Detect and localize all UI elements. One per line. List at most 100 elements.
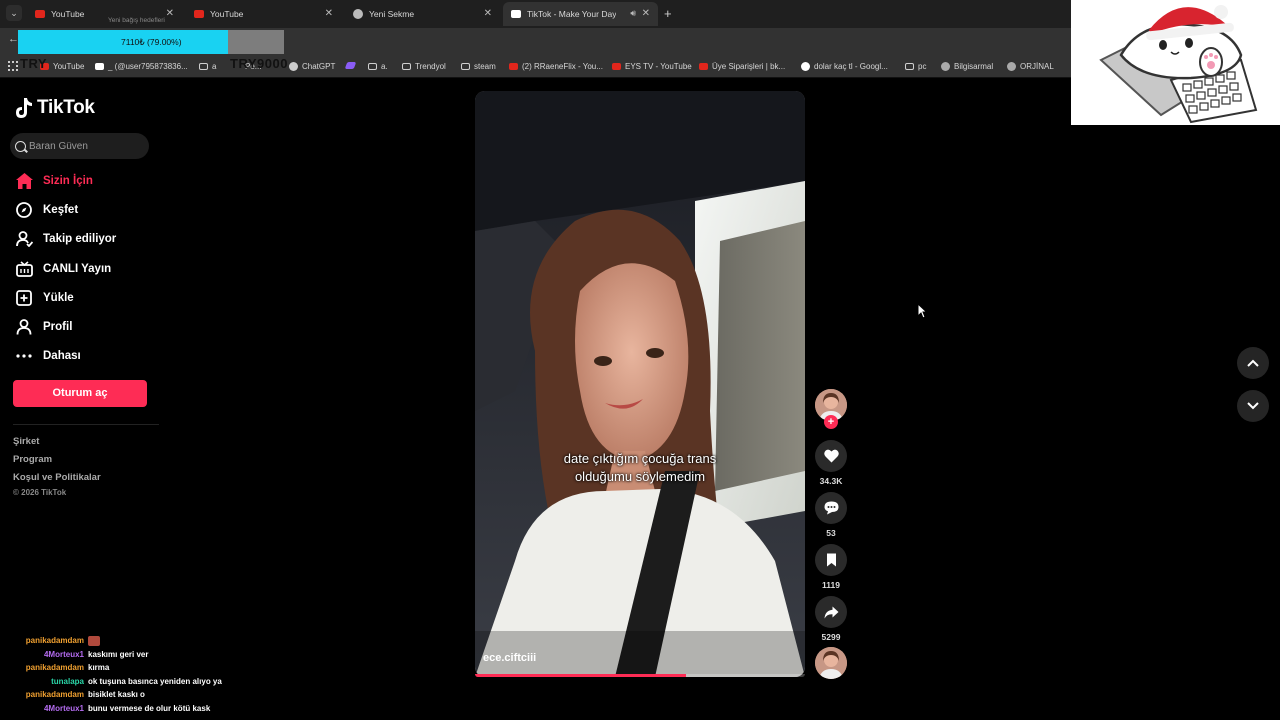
bookmark-folder[interactable]: a [199, 62, 216, 71]
bookmark[interactable] [344, 62, 359, 69]
youtube-icon [35, 10, 45, 18]
bookmark-label: Trendyol [415, 62, 446, 71]
follow-button[interactable]: + [824, 415, 838, 429]
close-icon[interactable]: ✕ [325, 8, 333, 19]
browser-tab[interactable]: YouTube ✕ [186, 2, 341, 26]
nav-item-label: Sizin İçin [43, 175, 93, 187]
tab-search-button[interactable]: ⌄ [6, 5, 22, 21]
youtube-icon [509, 63, 518, 70]
login-button[interactable]: Oturum aç [13, 380, 147, 407]
copyright-text: © 2026 TikTok [13, 488, 67, 497]
search-box[interactable] [10, 133, 149, 159]
close-icon[interactable]: ✕ [642, 8, 650, 19]
chat-message: panikadamdam kırma [0, 663, 240, 675]
footer-link-company[interactable]: Şirket [13, 436, 39, 447]
bookmark-label: pc [918, 62, 927, 71]
nav-item-label: Takip ediliyor [43, 233, 117, 245]
chevron-up-icon [1247, 359, 1259, 367]
youtube-icon [699, 63, 708, 70]
upload-icon [15, 289, 33, 307]
bookmark[interactable]: EYS TV - YouTube [612, 62, 692, 71]
tiktok-logo[interactable]: TikTok [15, 97, 95, 119]
video-author-username[interactable]: ece.ciftciii [483, 652, 536, 664]
close-icon[interactable]: ✕ [166, 8, 174, 19]
bookmark[interactable]: dolar kaç tl - Googl... [801, 62, 888, 71]
donation-target-label: TRY9000 [230, 56, 288, 71]
previous-video-button[interactable] [1237, 347, 1269, 379]
bookmark-label: dolar kaç tl - Googl... [814, 62, 888, 71]
bookmark[interactable]: ORJİNAL [1007, 62, 1054, 71]
bookmark-label: YouTube [53, 62, 85, 71]
comment-icon [824, 501, 838, 515]
profile-icon [15, 318, 33, 336]
bookmark[interactable]: (2) RRaeneFlix - You... [509, 62, 603, 71]
apps-grid-icon[interactable] [8, 61, 18, 71]
bookmark[interactable]: Bilgisarmal [941, 62, 993, 71]
nav-item-more[interactable]: Dahası [15, 345, 81, 367]
following-icon [15, 230, 33, 248]
chat-message: 4Morteux1 kaskımı geri ver [0, 650, 240, 662]
bookmark-label: steam [474, 62, 496, 71]
nav-item-following[interactable]: Takip ediliyor [15, 228, 116, 250]
bookmark[interactable]: Üye Siparişleri | bk... [699, 62, 785, 71]
browser-tab-active[interactable]: TikTok - Make Your Day 🔊︎ ✕ [503, 2, 658, 26]
save-button[interactable] [815, 544, 847, 576]
new-tab-button[interactable]: + [664, 6, 672, 21]
video-player[interactable] [475, 91, 805, 677]
mouse-cursor-icon [917, 302, 928, 324]
bookmark-folder[interactable]: a. [368, 62, 388, 71]
nav-item-profile[interactable]: Profil [15, 316, 72, 338]
speaker-icon[interactable]: 🔊︎ [630, 8, 636, 19]
bookmark[interactable]: _ (@user795873836... [95, 62, 188, 71]
video-caption: date çıktığım çocuğa trans olduğumu söyl… [475, 450, 805, 486]
tiktok-wordmark: TikTok [37, 97, 95, 118]
close-icon[interactable]: ✕ [484, 8, 492, 19]
globe-icon [941, 62, 950, 71]
nav-item-live[interactable]: CANLI Yayın [15, 258, 111, 280]
nav-item-for-you[interactable]: Sizin İçin [15, 170, 93, 192]
chat-message: 4Morteux1 bunu vermese de olur kötü kask [0, 704, 240, 716]
comment-button[interactable] [815, 492, 847, 524]
youtube-icon [612, 63, 621, 70]
bookmark-folder[interactable]: Trendyol [402, 62, 446, 71]
chat-username: tunalapa [51, 677, 84, 686]
bookmark-folder[interactable]: pc [905, 62, 926, 71]
nav-item-label: Profil [43, 321, 73, 333]
chat-username: 4Morteux1 [43, 704, 84, 713]
caption-line: olduğumu söylemedim [574, 469, 706, 484]
video-frame [475, 91, 805, 677]
home-icon [15, 172, 33, 190]
nav-item-explore[interactable]: Keşfet [15, 199, 78, 221]
donation-start-label: TRY [20, 56, 48, 71]
like-button[interactable] [815, 440, 847, 472]
browser-tab[interactable]: Yeni Sekme ✕ [345, 2, 500, 26]
nav-item-upload[interactable]: Yükle [15, 287, 74, 309]
sound-disc-avatar[interactable] [815, 647, 847, 679]
footer-link-terms[interactable]: Koşul ve Politikalar [13, 472, 101, 483]
share-button[interactable] [815, 596, 847, 628]
search-input[interactable] [29, 140, 139, 152]
chat-username: 4Morteux1 [43, 650, 84, 659]
donation-goal-caption: Yeni bağış hedefleri [108, 17, 165, 24]
video-progress-bar[interactable] [475, 674, 805, 677]
bookmark-folder[interactable]: steam [461, 62, 496, 71]
bookmark-label: EYS TV - YouTube [625, 62, 692, 71]
chat-text: ok tuşuna basınca yeniden alıyo ya [88, 677, 222, 686]
next-video-button[interactable] [1237, 390, 1269, 422]
google-icon [801, 62, 810, 71]
folder-icon [461, 63, 470, 70]
save-count: 1119 [822, 580, 840, 590]
tiktok-icon [511, 10, 521, 18]
chat-message: panikadamdam [0, 636, 240, 648]
footer-link-program[interactable]: Program [13, 454, 52, 465]
chat-text: kırma [88, 663, 110, 672]
chat-username: panikadamdam [25, 690, 84, 699]
nav-item-label: Dahası [43, 350, 81, 362]
folder-icon [199, 63, 208, 70]
chat-username: panikadamdam [25, 636, 84, 645]
caption-line: date çıktığım çocuğa trans [563, 451, 717, 466]
donation-goal-text: 7110₺ (79.00%) [121, 37, 182, 47]
bookmark[interactable]: ChatGPT [289, 62, 335, 71]
chat-text: bisiklet kaskı o [88, 690, 145, 699]
bookmark-label: (2) RRaeneFlix - You... [522, 62, 603, 71]
